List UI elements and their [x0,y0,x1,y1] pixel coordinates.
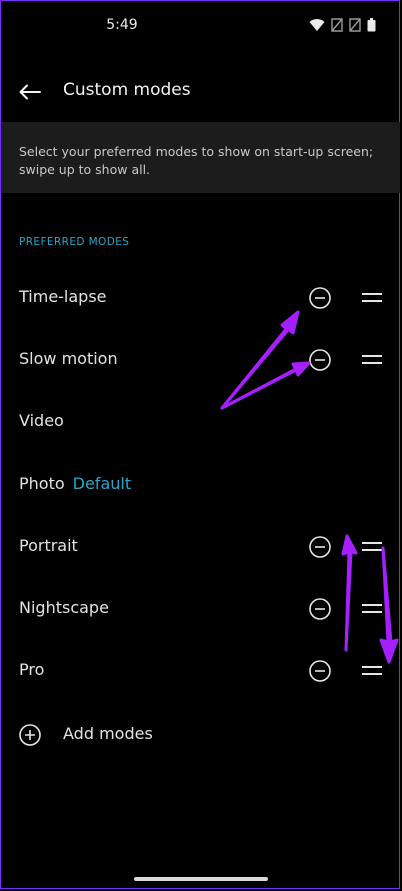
plus-circle-icon [19,724,41,746]
mode-label: Time-lapse [19,287,107,306]
status-bar: 5:49 [0,0,402,56]
mode-label: Pro [19,660,45,679]
drag-handle-icon[interactable] [360,352,384,368]
mode-row-nightscape[interactable]: Nightscape [0,584,402,634]
drag-handle-icon[interactable] [360,663,384,679]
gesture-nav-handle[interactable] [134,877,268,881]
no-sim-icon [349,18,361,32]
remove-circle-icon[interactable] [308,535,332,559]
battery-icon [367,18,376,32]
app-bar: Custom modes [0,64,402,120]
mode-label: Photo Default [19,474,131,493]
status-icons [309,18,376,32]
mode-row-photo: Photo Default [0,460,402,510]
remove-circle-icon[interactable] [308,286,332,310]
arrow-left-icon [19,84,41,100]
mode-label: Nightscape [19,598,109,617]
status-time: 5:49 [106,17,138,33]
mode-row-pro[interactable]: Pro [0,646,402,696]
mode-label-text: Photo [19,474,65,493]
drag-handle-icon[interactable] [360,290,384,306]
info-text: Select your preferred modes to show on s… [19,144,374,177]
remove-circle-icon[interactable] [308,348,332,372]
remove-circle-icon[interactable] [308,597,332,621]
mode-label: Video [19,411,64,430]
drag-handle-icon[interactable] [360,539,384,555]
mode-label: Slow motion [19,349,118,368]
no-sim-icon [331,18,343,32]
section-header: PREFERRED MODES [19,236,130,248]
info-banner: Select your preferred modes to show on s… [1,122,400,193]
mode-row-slow-motion[interactable]: Slow motion [0,335,402,385]
mode-row-time-lapse[interactable]: Time-lapse [0,273,402,323]
remove-circle-icon[interactable] [308,659,332,683]
add-modes-button[interactable]: Add modes [0,710,402,760]
page-title: Custom modes [63,80,191,100]
mode-row-portrait[interactable]: Portrait [0,522,402,572]
mode-label: Portrait [19,536,78,555]
add-modes-label: Add modes [63,724,153,743]
mode-row-video: Video [0,397,402,447]
back-button[interactable] [16,78,44,106]
wifi-icon [309,19,325,31]
default-badge: Default [72,474,132,493]
drag-handle-icon[interactable] [360,601,384,617]
